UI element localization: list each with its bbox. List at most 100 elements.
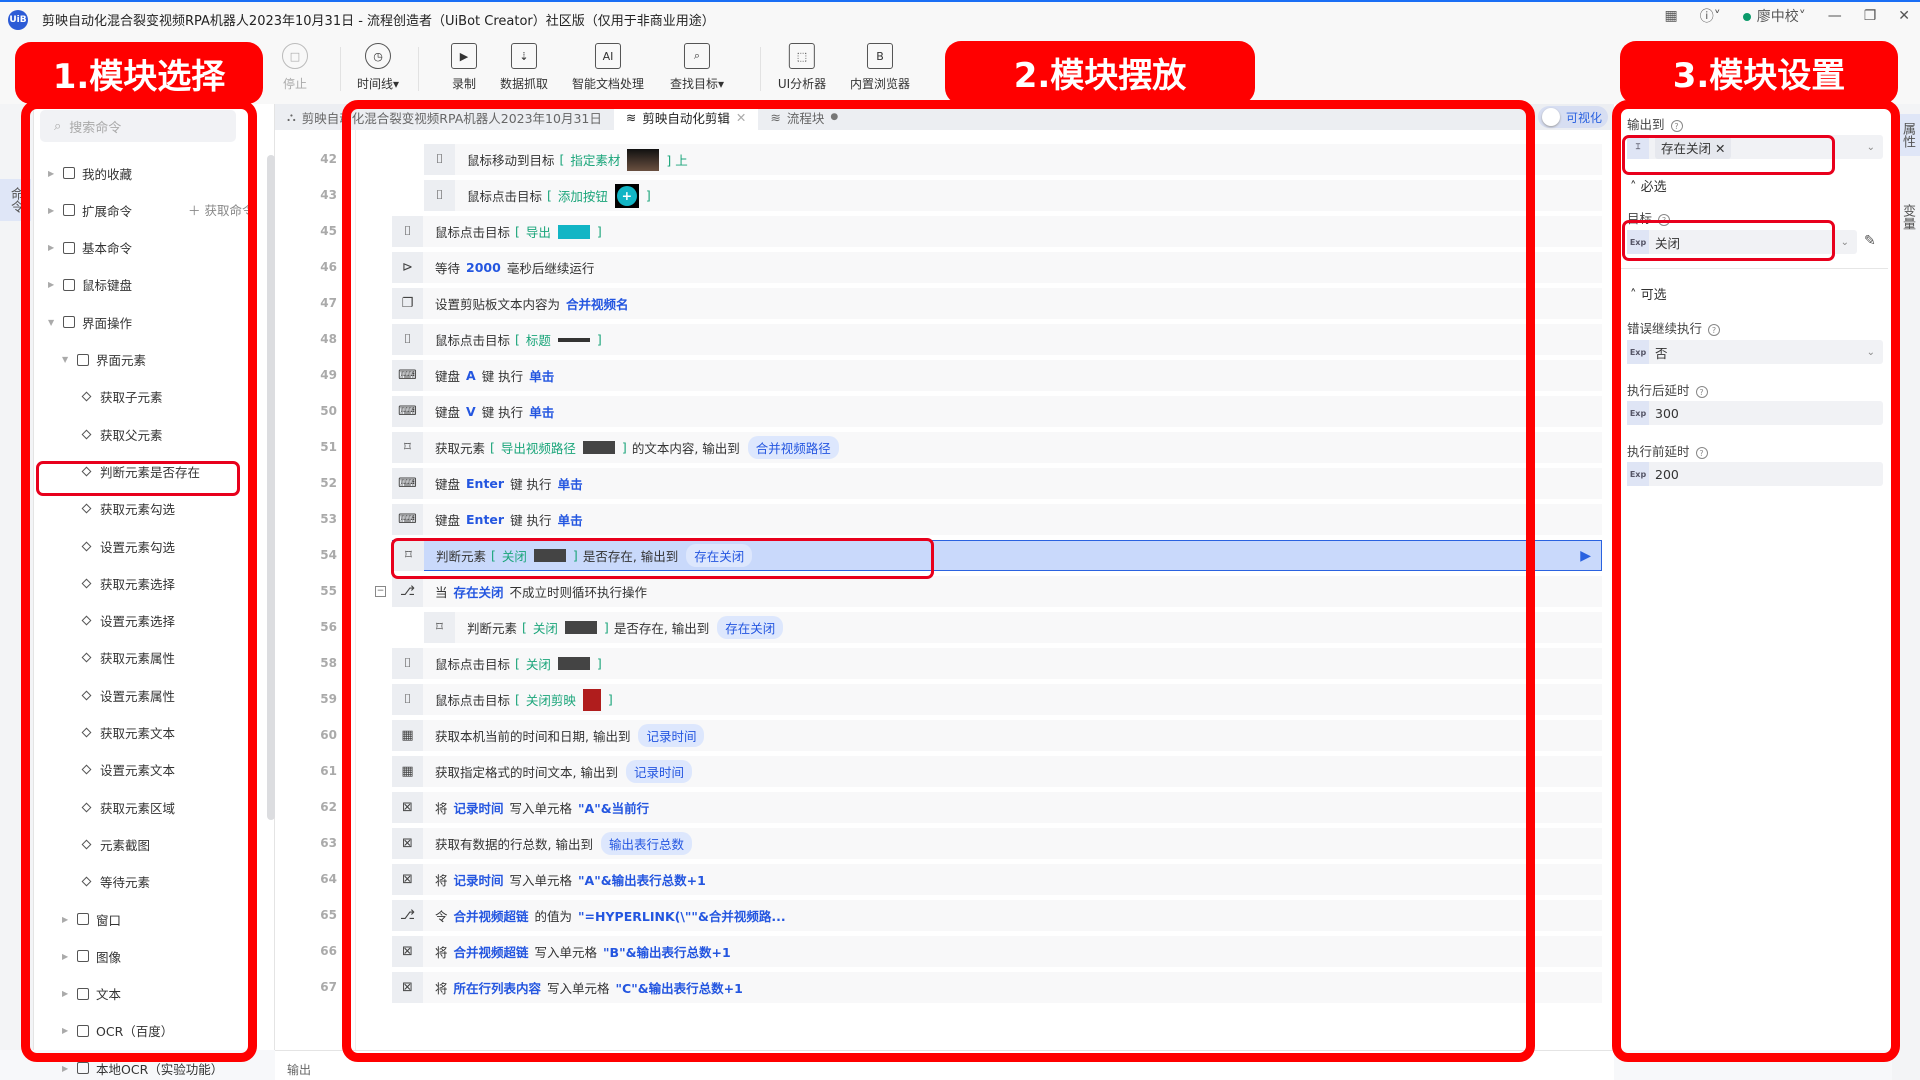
chevron-down-icon[interactable]: ⌄: [1841, 237, 1849, 248]
toolbar-find-target-button[interactable]: ⌕ 查找目标▾: [670, 43, 724, 92]
toolbar-clock-button[interactable]: ◷ 时间线▾: [357, 43, 399, 92]
toolbar-stop-button[interactable]: □ 停止: [282, 43, 308, 92]
tree-item[interactable]: ▼ 界面操作: [48, 311, 132, 333]
flow-step[interactable]: ▦ 获取本机当前的时间和日期, 输出到 记录时间: [392, 720, 1602, 751]
tree-item[interactable]: ▶ 本地OCR（实验功能）: [62, 1057, 223, 1079]
flow-step[interactable]: ⊠ 将记录时间 写入单元格 "A"&当前行: [392, 792, 1602, 823]
command-scrollbar[interactable]: [267, 155, 275, 820]
caret-right-icon[interactable]: ▶: [48, 280, 56, 289]
caret-right-icon[interactable]: ▶: [62, 1026, 70, 1035]
delay-before-input[interactable]: Exp 200: [1627, 462, 1883, 486]
flow-step[interactable]: ⌷ 鼠标点击目标 [关闭]: [392, 648, 1602, 679]
tree-item[interactable]: 获取元素区域: [81, 796, 175, 818]
output-to-field[interactable]: ⌶ 存在关闭 ✕ ⌄: [1627, 135, 1883, 159]
tree-item[interactable]: 等待元素: [81, 871, 150, 893]
variable-pill[interactable]: 记录时间: [638, 724, 705, 747]
flow-step[interactable]: ⊠ 将所在行列表内容 写入单元格 "C"&输出表行总数+1: [392, 972, 1602, 1003]
tree-item[interactable]: ▶ 扩展命令: [48, 199, 132, 221]
toolbar-record-button[interactable]: ▶ 录制: [451, 43, 477, 92]
flow-step[interactable]: ⌷ 鼠标点击目标 [关闭剪映]: [392, 684, 1602, 715]
tab-commands[interactable]: 命令: [0, 179, 31, 221]
variable-pill[interactable]: 存在关闭: [686, 544, 753, 567]
tree-item[interactable]: ▶ OCR（百度）: [62, 1020, 173, 1042]
tab-variables[interactable]: 变量: [1892, 196, 1920, 238]
flow-step[interactable]: ⊠ 获取有数据的行总数, 输出到 输出表行总数: [392, 828, 1602, 859]
editor-tab[interactable]: ≋ 流程块 ●: [758, 104, 850, 130]
collapse-icon[interactable]: −: [375, 586, 386, 597]
flow-step[interactable]: ⊳ 等待 2000 毫秒后继续运行: [392, 252, 1602, 283]
error-continue-select[interactable]: Exp 否 ⌄: [1627, 340, 1883, 364]
caret-right-icon[interactable]: ▶: [48, 243, 56, 252]
visualize-toggle[interactable]: 可视化: [1538, 106, 1608, 128]
tree-item[interactable]: ▶ 鼠标键盘: [48, 274, 132, 296]
close-button[interactable]: ✕: [1898, 8, 1910, 24]
tree-item[interactable]: ▶ 我的收藏: [48, 162, 132, 184]
toolbar-data-scrape-button[interactable]: ⇣ 数据抓取: [500, 43, 548, 92]
toolbar-ui-analyzer-button[interactable]: ⬚ UI分析器: [778, 43, 826, 92]
output-tab[interactable]: 输出: [287, 1063, 311, 1077]
tree-item[interactable]: 获取元素文本: [81, 722, 175, 744]
run-step-icon[interactable]: ▶: [1580, 548, 1591, 564]
flow-step[interactable]: ⊠ 将记录时间 写入单元格 "A"&输出表行总数+1: [392, 864, 1602, 895]
flow-step[interactable]: ⌷ 鼠标移动到目标 [指定素材] 上: [424, 144, 1602, 175]
output-bar[interactable]: 输出: [275, 1050, 1614, 1080]
apps-icon[interactable]: ▦: [1664, 8, 1677, 24]
output-variable-chip[interactable]: 存在关闭 ✕: [1655, 135, 1732, 159]
flow-step[interactable]: ⌑ 判断元素 [关闭] 是否存在, 输出到 存在关闭 ▶: [392, 540, 1602, 571]
tree-item[interactable]: 设置元素属性: [81, 684, 175, 706]
flow-step[interactable]: ⌨ 键盘 Enter 键 执行 单击: [392, 468, 1602, 499]
flow-step[interactable]: ⌑ 判断元素 [关闭] 是否存在, 输出到 存在关闭: [424, 612, 1602, 643]
caret-right-icon[interactable]: ▶: [48, 206, 56, 215]
chevron-down-icon[interactable]: ⌄: [1867, 142, 1875, 153]
tree-item[interactable]: 获取元素属性: [81, 647, 175, 669]
tab-properties[interactable]: 属性: [1892, 114, 1920, 156]
tree-item[interactable]: 设置元素文本: [81, 759, 175, 781]
tree-item[interactable]: 获取元素选择: [81, 572, 175, 594]
editor-tab[interactable]: ≋ 剪映自动化剪辑 ✕: [613, 104, 759, 130]
flow-step[interactable]: ⌨ 键盘 A 键 执行 单击: [392, 360, 1602, 391]
tree-item[interactable]: 获取子元素: [81, 386, 163, 408]
required-section[interactable]: ˄ 必选: [1630, 176, 1667, 195]
help-icon[interactable]: ⓘ˅: [1700, 6, 1721, 26]
flow-step[interactable]: ❐ 设置剪贴板文本内容为 合并视频名: [392, 288, 1602, 319]
caret-right-icon[interactable]: ▶: [48, 169, 56, 178]
tree-item[interactable]: 设置元素勾选: [81, 535, 175, 557]
caret-right-icon[interactable]: ▶: [62, 915, 70, 924]
caret-right-icon[interactable]: ▶: [62, 1064, 70, 1073]
edit-icon[interactable]: ✎: [1864, 233, 1876, 249]
caret-right-icon[interactable]: ▶: [62, 952, 70, 961]
editor-tab[interactable]: ⛬ 剪映自动化混合裂变视频RPA机器人2023年10月31日: [275, 104, 614, 130]
maximize-button[interactable]: ❐: [1864, 8, 1877, 24]
minimize-button[interactable]: —: [1828, 8, 1842, 24]
caret-right-icon[interactable]: ▶: [62, 989, 70, 998]
tree-item[interactable]: ▶ 图像: [62, 945, 121, 967]
target-field[interactable]: Exp 关闭 ⌄: [1627, 230, 1857, 254]
flow-step[interactable]: ⌨ 键盘 V 键 执行 单击: [392, 396, 1602, 427]
get-commands-button[interactable]: ＋ 获取命令: [188, 200, 255, 219]
tree-item[interactable]: ▼ 界面元素: [62, 349, 146, 371]
flow-step[interactable]: ▦ 获取指定格式的时间文本, 输出到 记录时间: [392, 756, 1602, 787]
flow-step[interactable]: ⌑ 获取元素 [导出视频路径] 的文本内容, 输出到 合并视频路径: [392, 432, 1602, 463]
tree-item[interactable]: 元素截图: [81, 833, 150, 855]
tree-item[interactable]: ▶ 窗口: [62, 908, 121, 930]
flow-step[interactable]: ⌷ 鼠标点击目标 [标题]: [392, 324, 1602, 355]
tree-item[interactable]: ▶ 文本: [62, 983, 121, 1005]
close-tab-icon[interactable]: ✕: [736, 110, 746, 125]
tree-item[interactable]: 获取元素勾选: [81, 498, 175, 520]
chevron-down-icon[interactable]: ⌄: [1867, 347, 1875, 358]
tree-item[interactable]: 获取父元素: [81, 423, 163, 445]
tree-item[interactable]: ▶ 基本命令: [48, 237, 132, 259]
search-input[interactable]: ⌕ 搜索命令: [40, 110, 236, 142]
flow-step[interactable]: ⎇ 令合并视频超链 的值为 "=HYPERLINK(\""&合并视频路...: [392, 900, 1602, 931]
caret-down-icon[interactable]: ▼: [62, 355, 70, 364]
flow-step[interactable]: ⌷ 鼠标点击目标 [添加按钮]: [424, 180, 1602, 211]
user-menu[interactable]: 廖中校˅: [1742, 6, 1806, 26]
toolbar-browser-button[interactable]: B 内置浏览器: [850, 43, 910, 92]
flow-step[interactable]: ⎇ 当存在关闭 不成立时则循环执行操作: [392, 576, 1602, 607]
optional-section[interactable]: ˄ 可选: [1630, 284, 1667, 303]
tree-item[interactable]: 设置元素选择: [81, 610, 175, 632]
variable-pill[interactable]: 合并视频路径: [747, 436, 839, 459]
delay-after-input[interactable]: Exp 300: [1627, 401, 1883, 425]
flow-step[interactable]: ⌷ 鼠标点击目标 [导出]: [392, 216, 1602, 247]
caret-down-icon[interactable]: ▼: [48, 318, 56, 327]
